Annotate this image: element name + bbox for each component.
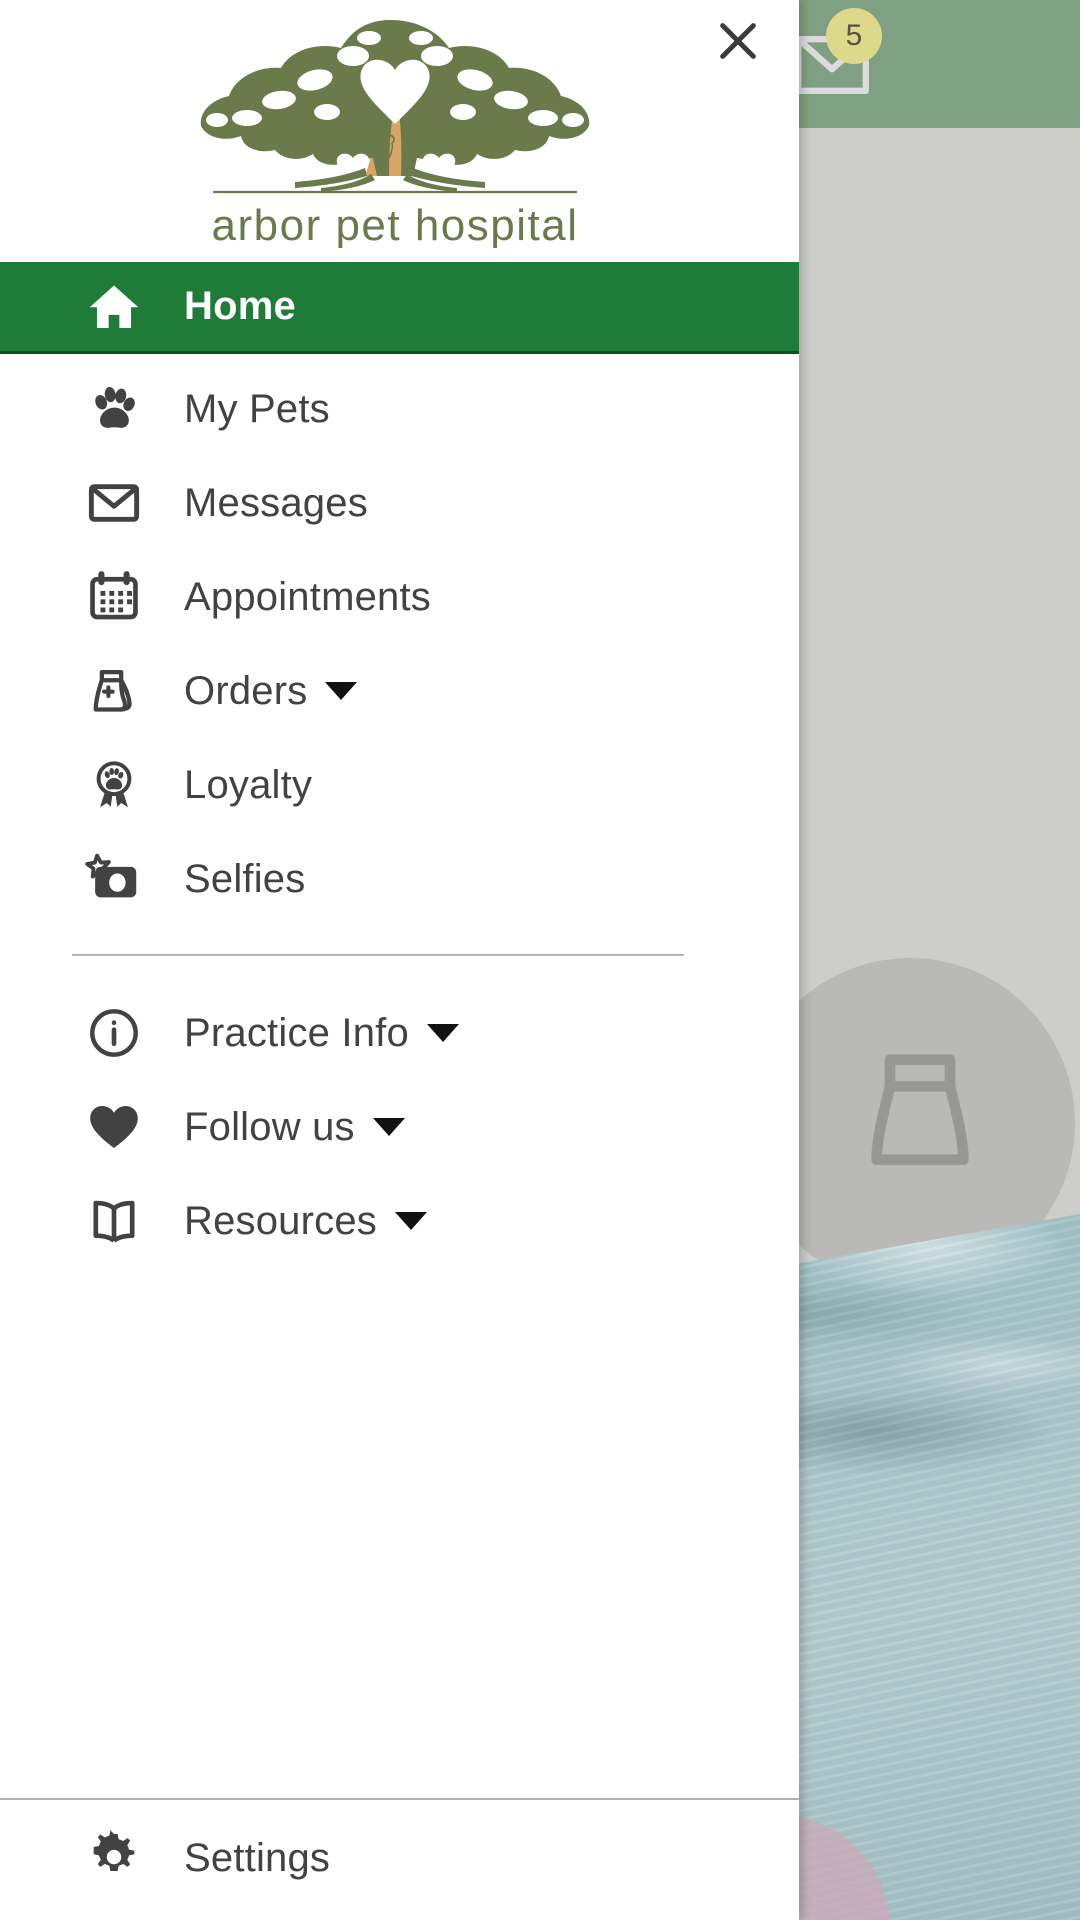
- open-book-icon: [78, 1193, 150, 1249]
- gear-icon: [78, 1830, 150, 1886]
- message-count-badge: 5: [826, 8, 882, 64]
- sidebar-item-label: My Pets: [184, 386, 330, 431]
- sidebar-item-my-pets[interactable]: My Pets: [0, 362, 799, 456]
- navigation-drawer: arbor pet hospital Home My Pets Messages…: [0, 0, 799, 1920]
- sidebar-item-label: Practice Info: [184, 1010, 409, 1055]
- sidebar-item-label: Settings: [184, 1835, 331, 1880]
- calendar-icon: [78, 569, 150, 625]
- food-bag-icon: [78, 664, 150, 718]
- nav-list: Home My Pets Messages Appointments Order…: [0, 257, 799, 1798]
- heart-icon: [78, 1099, 150, 1155]
- sidebar-item-resources[interactable]: Resources: [0, 1174, 799, 1268]
- food-bag-icon: [840, 1033, 1000, 1193]
- nav-group-divider: [72, 954, 684, 956]
- sidebar-item-loyalty[interactable]: Loyalty: [0, 738, 799, 832]
- sidebar-item-settings[interactable]: Settings: [0, 1804, 799, 1912]
- sidebar-item-label: Resources: [184, 1198, 377, 1243]
- sidebar-item-messages[interactable]: Messages: [0, 456, 799, 550]
- sidebar-item-label: Selfies: [184, 856, 306, 901]
- paw-icon: [78, 382, 150, 436]
- home-icon: [78, 279, 150, 335]
- sidebar-item-label: Orders: [184, 668, 308, 713]
- oak-tree-logo: arbor pet hospital: [155, 8, 635, 248]
- drawer-header: arbor pet hospital: [0, 0, 799, 257]
- award-paw-icon: [78, 757, 150, 813]
- sidebar-item-selfies[interactable]: Selfies: [0, 832, 799, 926]
- sidebar-item-label: Home: [184, 284, 296, 328]
- sidebar-item-appointments[interactable]: Appointments: [0, 550, 799, 644]
- close-button[interactable]: [710, 13, 766, 69]
- sidebar-item-orders[interactable]: Orders: [0, 644, 799, 738]
- close-icon: [720, 23, 756, 59]
- sidebar-item-home[interactable]: Home: [0, 262, 799, 354]
- chevron-down-icon[interactable]: [372, 1118, 405, 1136]
- info-circle-icon: [78, 1005, 150, 1061]
- sidebar-item-follow-us[interactable]: Follow us: [0, 1080, 799, 1174]
- sidebar-item-practice-info[interactable]: Practice Info: [0, 986, 799, 1080]
- svg-text:arbor pet hospital: arbor pet hospital: [212, 201, 579, 248]
- drawer-footer: Settings: [0, 1798, 799, 1920]
- envelope-icon: [78, 475, 150, 531]
- sidebar-item-label: Follow us: [184, 1104, 355, 1149]
- chevron-down-icon[interactable]: [395, 1212, 427, 1230]
- camera-star-icon: [78, 850, 150, 908]
- chevron-down-icon[interactable]: [325, 682, 358, 700]
- sidebar-item-label: Loyalty: [184, 762, 313, 807]
- sidebar-item-label: Messages: [184, 480, 368, 525]
- sidebar-item-label: Appointments: [184, 574, 431, 619]
- chevron-down-icon[interactable]: [426, 1024, 459, 1042]
